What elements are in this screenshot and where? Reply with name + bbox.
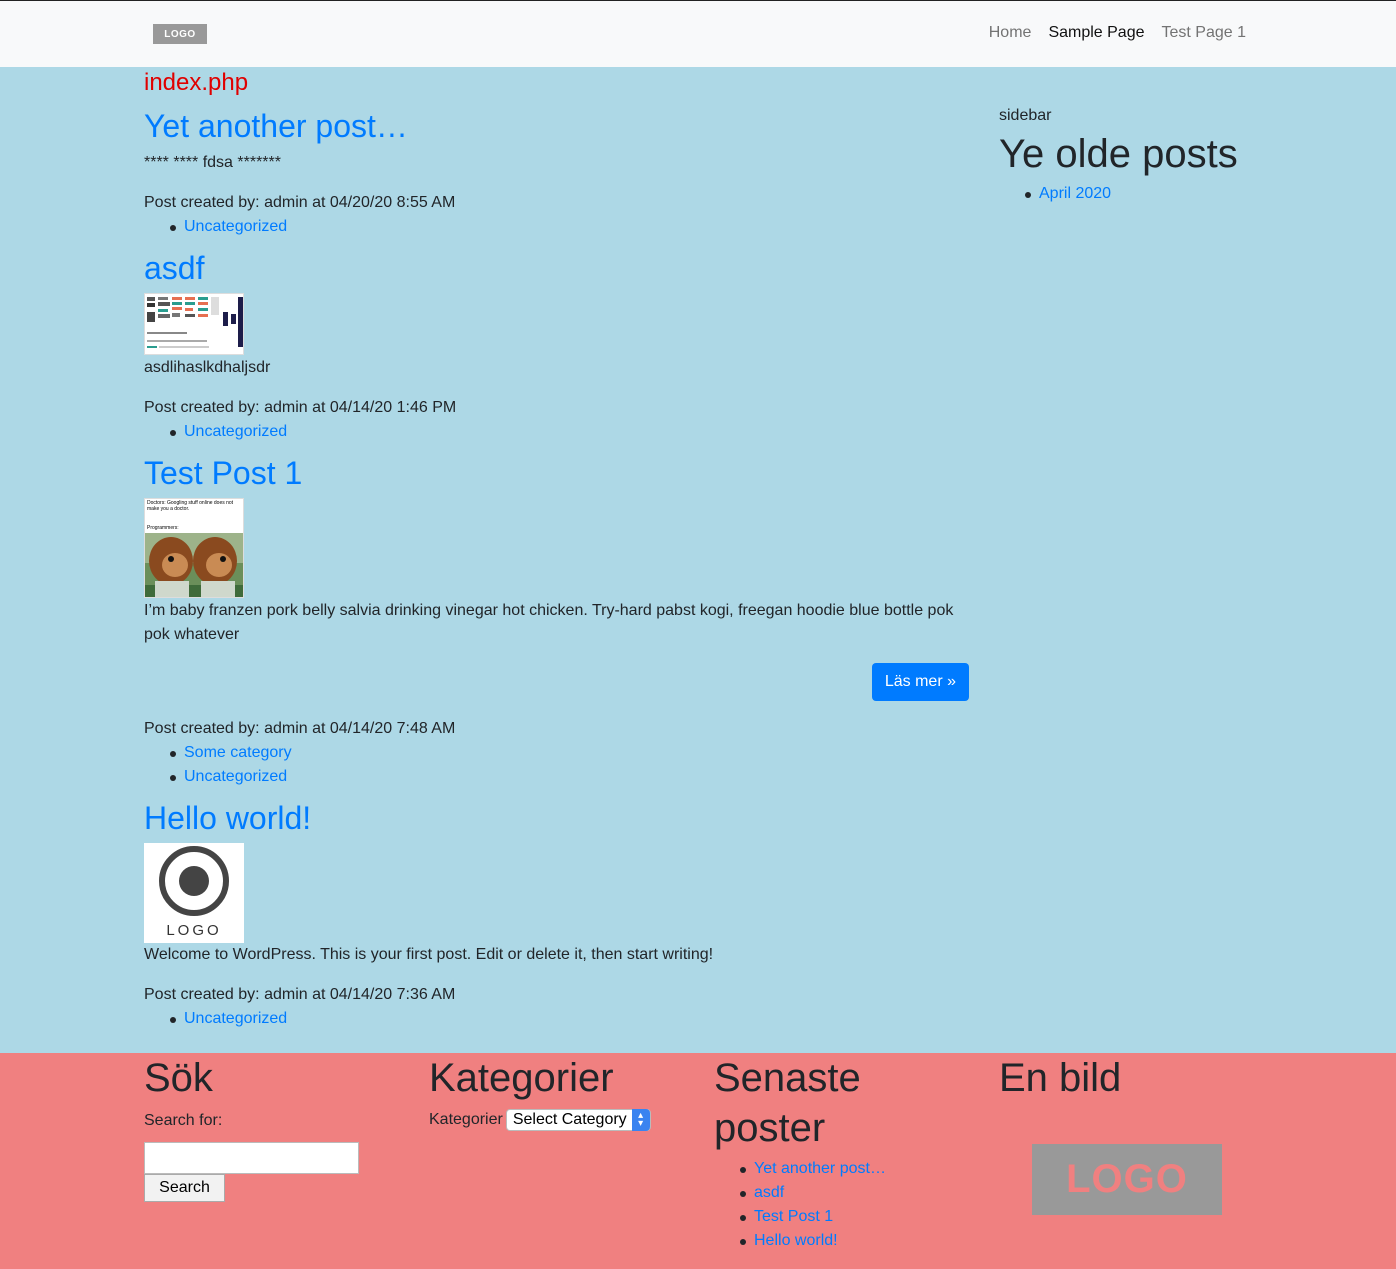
post-categories: Uncategorized [144, 420, 974, 444]
footer-recent-widget: Senaste poster Yet another post… asdf Te… [714, 1053, 974, 1253]
main-content: index.php Yet another post… **** **** fd… [144, 67, 974, 1031]
footer-image-heading: En bild [999, 1056, 1122, 1100]
nav-link-home[interactable]: Home [989, 24, 1032, 42]
post-excerpt: asdlihaslkdhaljsdr [144, 359, 271, 376]
post-excerpt: I’m baby franzen pork belly salvia drink… [144, 602, 954, 643]
category-select-row: Kategorier Select Category ▴ ▾ [429, 1109, 651, 1131]
recent-post-item: Test Post 1 [740, 1205, 974, 1229]
post-categories: Some category Uncategorized [144, 741, 974, 789]
category-item: Uncategorized [170, 215, 974, 239]
footer-image-widget: En bild [999, 1053, 1121, 1103]
post: Test Post 1 Doctors: Googling stuff onli… [144, 454, 974, 789]
post-title: Hello world! [144, 799, 974, 837]
post-title: Yet another post… [144, 107, 974, 145]
post-meta: Post created by: admin at 04/20/20 8:55 … [144, 194, 456, 211]
recent-post-link[interactable]: Hello world! [754, 1232, 838, 1249]
post-title: Test Post 1 [144, 454, 974, 492]
archive-list: April 2020 [999, 182, 1259, 206]
footer-search-heading: Sök [144, 1056, 213, 1100]
category-link[interactable]: Uncategorized [184, 423, 287, 440]
monkey-meme-image [145, 533, 243, 597]
category-link[interactable]: Uncategorized [184, 1010, 287, 1027]
recent-post-item: asdf [740, 1181, 974, 1205]
post-thumbnail[interactable]: LOGO [144, 843, 244, 943]
recent-post-link[interactable]: asdf [754, 1184, 784, 1201]
post-title-link[interactable]: Yet another post… [144, 108, 408, 144]
template-name: index.php [144, 69, 249, 96]
post: Yet another post… **** **** fdsa *******… [144, 107, 974, 239]
category-select-label: Kategorier [429, 1111, 503, 1128]
post-title-link[interactable]: Test Post 1 [144, 455, 302, 491]
category-link[interactable]: Uncategorized [184, 768, 287, 785]
post-categories: Uncategorized [144, 215, 974, 239]
post-title: asdf [144, 249, 974, 287]
read-more-button[interactable]: Läs mer » [871, 663, 969, 701]
post-excerpt: Welcome to WordPress. This is your first… [144, 946, 714, 963]
post-categories: Uncategorized [144, 1007, 974, 1031]
sidebar: sidebar Ye olde posts April 2020 [999, 104, 1259, 206]
post-excerpt: **** **** fdsa ******* [144, 154, 281, 171]
search-label: Search for: [144, 1112, 223, 1129]
category-item: Some category [170, 741, 974, 765]
footer-categories-heading: Kategorier [429, 1056, 614, 1100]
navbar: LOGO Home Sample Page Test Page 1 [0, 1, 1396, 67]
recent-posts-list: Yet another post… asdf Test Post 1 Hello… [714, 1157, 974, 1253]
category-link[interactable]: Uncategorized [184, 218, 287, 235]
footer-recent-heading: Senaste poster [714, 1056, 861, 1150]
sidebar-title: Ye olde posts [999, 132, 1238, 176]
recent-post-item: Hello world! [740, 1229, 974, 1253]
recent-post-link[interactable]: Yet another post… [754, 1160, 886, 1177]
sidebar-label: sidebar [999, 107, 1052, 124]
nav-link-sample-page[interactable]: Sample Page [1048, 24, 1144, 42]
footer-search-widget: Sök Search for: Search [144, 1053, 359, 1202]
footer-logo-image: LOGO [1032, 1144, 1222, 1215]
post-thumbnail[interactable] [144, 293, 244, 355]
screenshot-thumbnail-image [147, 297, 243, 348]
search-button[interactable]: Search [144, 1174, 225, 1202]
post-thumbnail[interactable]: Doctors: Googling stuff online does not … [144, 498, 244, 598]
post-meta: Post created by: admin at 04/14/20 1:46 … [144, 399, 457, 416]
archive-link[interactable]: April 2020 [1039, 185, 1111, 202]
logo-placeholder-label: LOGO [166, 922, 222, 939]
site-logo[interactable]: LOGO [153, 24, 207, 44]
nav-link-test-page-1[interactable]: Test Page 1 [1162, 24, 1247, 42]
category-select-value: Select Category [512, 1111, 627, 1128]
search-input[interactable] [144, 1142, 359, 1174]
recent-post-item: Yet another post… [740, 1157, 974, 1181]
archive-item: April 2020 [1025, 182, 1259, 206]
category-link[interactable]: Some category [184, 744, 292, 761]
select-arrows-icon: ▴ ▾ [631, 1109, 650, 1131]
category-select[interactable]: Select Category ▴ ▾ [505, 1109, 651, 1131]
category-item: Uncategorized [170, 420, 974, 444]
post-meta: Post created by: admin at 04/14/20 7:48 … [144, 720, 456, 737]
post-title-link[interactable]: asdf [144, 250, 204, 286]
post: Hello world! LOGO Welcome to WordPress. … [144, 799, 974, 1031]
post: asdf asdlihaslkdhaljsdr Post created by:… [144, 249, 974, 444]
post-meta: Post created by: admin at 04/14/20 7:36 … [144, 986, 456, 1003]
nav-menu: Home Sample Page Test Page 1 [989, 24, 1246, 42]
post-title-link[interactable]: Hello world! [144, 800, 311, 836]
read-more-row: Läs mer » [144, 647, 974, 717]
recent-post-link[interactable]: Test Post 1 [754, 1208, 833, 1225]
category-item: Uncategorized [170, 765, 974, 789]
footer-categories-widget: Kategorier Kategorier Select Category ▴ ▾ [429, 1053, 651, 1131]
category-item: Uncategorized [170, 1007, 974, 1031]
